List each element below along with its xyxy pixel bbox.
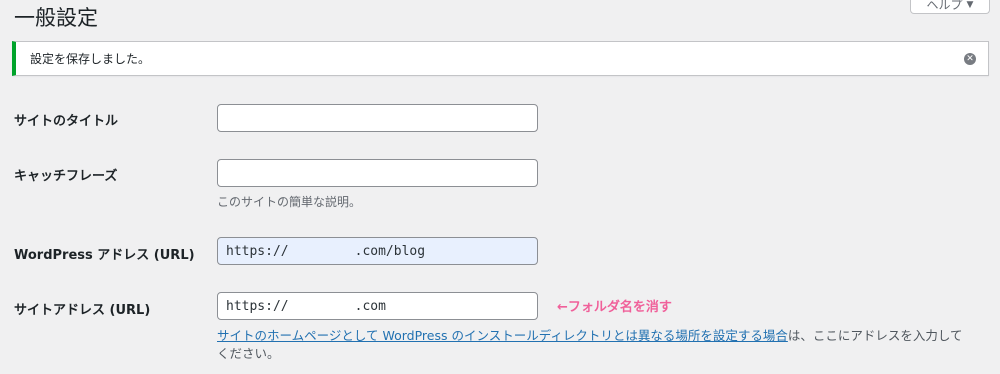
annotation-note: ←フォルダ名を消す: [557, 300, 672, 315]
tagline-description: このサイトの簡単な説明。: [217, 195, 362, 209]
wp-address-input[interactable]: https:// .com/blog: [217, 237, 538, 265]
help-tab-button[interactable]: ヘルプ ▼: [910, 0, 990, 14]
help-tab-label: ヘルプ: [926, 0, 963, 12]
site-address-prefix: https://: [226, 298, 289, 314]
notice-message: 設定を保存しました。: [30, 52, 151, 66]
site-title-input[interactable]: [217, 104, 538, 132]
close-circle-icon[interactable]: ✕: [964, 53, 976, 65]
site-address-suffix: .com: [354, 298, 386, 314]
wp-address-prefix: https://: [226, 243, 289, 259]
tagline-input[interactable]: [217, 159, 538, 187]
tagline-label: キャッチフレーズ: [14, 169, 118, 184]
site-title-label: サイトのタイトル: [14, 114, 119, 129]
site-address-help-rest-2: ください。: [217, 346, 280, 361]
site-address-help-rest: は、ここにアドレスを入力して: [787, 328, 963, 343]
site-address-description: サイトのホームページとして WordPress のインストールディレクトリとは異…: [217, 327, 987, 363]
site-address-help-link[interactable]: サイトのホームページとして WordPress のインストールディレクトリとは異…: [217, 328, 788, 343]
page-title: 一般設定: [14, 6, 98, 30]
wp-address-suffix: .com/blog: [354, 243, 426, 259]
site-address-label: サイトアドレス (URL): [14, 303, 151, 318]
site-address-input[interactable]: https:// .com: [217, 292, 538, 320]
chevron-down-icon: ▼: [966, 0, 974, 10]
success-notice: 設定を保存しました。 ✕: [12, 41, 989, 76]
wp-address-label: WordPress アドレス (URL): [14, 248, 195, 263]
